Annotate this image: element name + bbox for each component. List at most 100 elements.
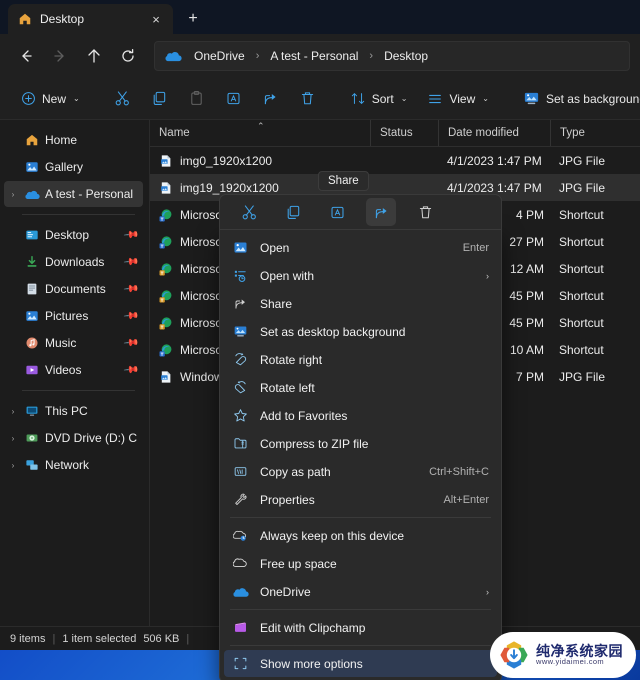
- downloads-icon: [22, 255, 42, 269]
- back-icon[interactable]: [10, 40, 42, 72]
- sidebar-item-label: Gallery: [45, 160, 84, 174]
- menu-item-rotate-left[interactable]: Rotate left: [224, 374, 497, 401]
- zip-icon: [232, 436, 249, 451]
- file-type-cell: JPG File: [559, 369, 606, 384]
- menu-item-rotate-right[interactable]: Rotate right: [224, 346, 497, 373]
- sidebar-item-dvd-drive[interactable]: › DVD Drive (D:) CCC: [4, 425, 143, 451]
- tooltip-text: Share: [328, 175, 359, 187]
- column-header-type[interactable]: Type: [550, 120, 640, 146]
- breadcrumb-desktop[interactable]: Desktop: [378, 46, 434, 66]
- pin-icon[interactable]: 📌: [122, 308, 139, 324]
- menu-item-show-more-options[interactable]: Show more options: [224, 650, 497, 677]
- menu-item-always-keep-on-this-device[interactable]: Always keep on this device: [224, 522, 497, 549]
- sort-button[interactable]: Sort ⌄: [341, 84, 417, 114]
- item-count: 9 items: [10, 632, 46, 645]
- edge-icon: [159, 289, 173, 303]
- sidebar-item-pictures[interactable]: Pictures 📌: [4, 303, 143, 329]
- breadcrumb-onedrive[interactable]: OneDrive: [188, 46, 251, 66]
- videos-icon: [22, 363, 42, 377]
- menu-item-label: OneDrive: [260, 584, 311, 599]
- sidebar-item-label: Desktop: [45, 228, 90, 242]
- column-header-status[interactable]: Status: [370, 120, 438, 146]
- cut-button[interactable]: [234, 198, 264, 226]
- view-button[interactable]: View ⌄: [418, 84, 498, 114]
- paste-icon: [188, 90, 205, 107]
- new-tab-button[interactable]: +: [179, 5, 207, 33]
- menu-item-open[interactable]: Open Enter: [224, 234, 497, 261]
- sidebar-item-label: Documents: [45, 282, 106, 296]
- sidebar-item-gallery[interactable]: Gallery: [4, 154, 143, 180]
- sort-ascending-icon: ⌃: [257, 121, 265, 131]
- file-type-cell: Shortcut: [559, 288, 604, 303]
- menu-item-compress-to-zip[interactable]: Compress to ZIP file: [224, 430, 497, 457]
- set-as-background-button[interactable]: Set as background: [514, 84, 640, 114]
- edge-icon: [159, 208, 173, 222]
- menu-item-open-with[interactable]: Open with ›: [224, 262, 497, 289]
- paste-button[interactable]: [179, 84, 214, 114]
- copy-button[interactable]: [278, 198, 308, 226]
- up-icon[interactable]: [78, 40, 110, 72]
- watermark-text: 纯净系统家园 www.yidaimei.com: [536, 644, 623, 667]
- breadcrumb[interactable]: OneDrive › A test - Personal › Desktop: [154, 41, 630, 71]
- sidebar-item-a-test-personal[interactable]: › A test - Personal: [4, 181, 143, 207]
- menu-item-copy-as-path[interactable]: Copy as path Ctrl+Shift+C: [224, 458, 497, 485]
- menu-item-add-to-favorites[interactable]: Add to Favorites: [224, 402, 497, 429]
- forward-icon[interactable]: [44, 40, 76, 72]
- sidebar-item-downloads[interactable]: Downloads 📌: [4, 249, 143, 275]
- column-header-name[interactable]: Name ⌃: [150, 120, 370, 146]
- music-icon: [22, 336, 42, 350]
- pictures-icon: [22, 309, 42, 323]
- chevron-right-icon[interactable]: ›: [4, 461, 22, 470]
- pin-icon[interactable]: 📌: [122, 281, 139, 297]
- close-icon[interactable]: ×: [145, 8, 167, 30]
- context-menu[interactable]: Open Enter Open with › Share Set as desk…: [219, 230, 502, 680]
- share-button[interactable]: [366, 198, 396, 226]
- sidebar-item-music[interactable]: Music 📌: [4, 330, 143, 356]
- rotate-left-icon: [232, 380, 249, 395]
- delete-button[interactable]: [410, 198, 440, 226]
- chevron-right-icon[interactable]: ›: [4, 434, 22, 443]
- cloud-free-icon: [232, 556, 249, 571]
- refresh-icon[interactable]: [112, 40, 144, 72]
- tab-desktop[interactable]: Desktop ×: [8, 4, 173, 34]
- menu-item-onedrive[interactable]: OneDrive ›: [224, 578, 497, 605]
- navigation-pane[interactable]: Home Gallery › A test - Personal Desktop…: [0, 120, 150, 626]
- sidebar-item-network[interactable]: › Network: [4, 452, 143, 478]
- sidebar-item-home[interactable]: Home: [4, 127, 143, 153]
- column-header-date-modified[interactable]: Date modified: [438, 120, 550, 146]
- sidebar-item-videos[interactable]: Videos 📌: [4, 357, 143, 383]
- menu-item-set-as-desktop-background[interactable]: Set as desktop background: [224, 318, 497, 345]
- file-date-cell: 4/1/2023 1:47 PM: [447, 153, 542, 168]
- pin-icon[interactable]: 📌: [122, 254, 139, 270]
- menu-item-edit-with-clipchamp[interactable]: Edit with Clipchamp: [224, 614, 497, 641]
- pin-icon[interactable]: 📌: [122, 335, 139, 351]
- copy-path-icon: [232, 464, 249, 479]
- rename-icon: [329, 204, 346, 221]
- chevron-right-icon[interactable]: ›: [4, 407, 22, 416]
- sidebar-item-this-pc[interactable]: › This PC: [4, 398, 143, 424]
- sidebar-item-desktop[interactable]: Desktop 📌: [4, 222, 143, 248]
- home-icon: [22, 133, 42, 147]
- table-row[interactable]: img0_1920x1200 4/1/2023 1:47 PM JPG File: [150, 147, 640, 174]
- file-type-cell: Shortcut: [559, 207, 604, 222]
- chevron-right-icon: ›: [486, 586, 489, 597]
- menu-item-share[interactable]: Share: [224, 290, 497, 317]
- rename-button[interactable]: [216, 84, 251, 114]
- chevron-right-icon[interactable]: ›: [4, 190, 22, 199]
- new-button[interactable]: New ⌄: [12, 84, 89, 114]
- menu-item-properties[interactable]: Properties Alt+Enter: [224, 486, 497, 513]
- pin-icon[interactable]: 📌: [122, 227, 139, 243]
- menu-item-label: Show more options: [260, 656, 363, 671]
- breadcrumb-a-test-personal[interactable]: A test - Personal: [264, 46, 364, 66]
- share-button[interactable]: [253, 84, 288, 114]
- cut-button[interactable]: [105, 84, 140, 114]
- sidebar-divider: [22, 214, 135, 215]
- delete-button[interactable]: [290, 84, 325, 114]
- rename-button[interactable]: [322, 198, 352, 226]
- menu-item-free-up-space[interactable]: Free up space: [224, 550, 497, 577]
- pin-icon[interactable]: 📌: [122, 362, 139, 378]
- menu-divider: [230, 609, 491, 610]
- sidebar-item-label: DVD Drive (D:) CCC: [45, 431, 137, 445]
- sidebar-item-documents[interactable]: Documents 📌: [4, 276, 143, 302]
- copy-button[interactable]: [142, 84, 177, 114]
